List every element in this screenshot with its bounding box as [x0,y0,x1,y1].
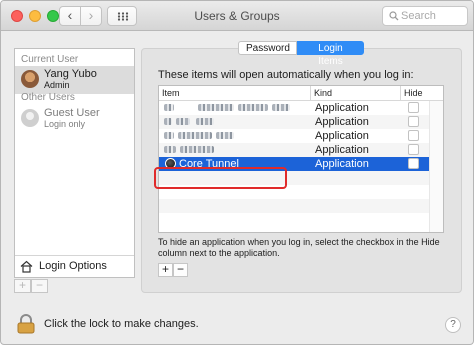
tab-bar: Password Login Items [238,41,364,67]
avatar [21,70,39,88]
guest-user-status: Login only [44,119,86,129]
table-row[interactable]: Application [159,115,429,129]
column-header-hide[interactable]: Hide [401,86,441,101]
search-icon [389,11,399,21]
column-header-item[interactable]: Item [159,86,311,101]
table-scrollbar[interactable] [429,101,443,232]
help-button[interactable]: ? [445,317,461,333]
lock-icon[interactable] [17,314,35,334]
item-name-redacted [162,115,310,129]
login-items-table: Item Kind Hide Application Application A… [158,85,444,233]
remove-user-button[interactable]: − [31,279,48,293]
users-groups-window: ‹ › Users & Groups Search Current User Y… [0,0,474,345]
add-user-button[interactable]: + [14,279,31,293]
hide-checkbox[interactable] [408,116,419,127]
item-kind: Application [315,130,369,142]
search-field[interactable]: Search [382,6,468,26]
hide-checkbox[interactable] [408,158,419,169]
hide-checkbox[interactable] [408,130,419,141]
item-name-redacted [162,143,310,157]
user-role: Admin [44,80,70,90]
table-row[interactable]: Application [159,129,429,143]
annotation-highlight-box [154,167,287,189]
user-name: Yang Yubo [44,68,97,80]
lock-instruction: Click the lock to make changes. [44,318,199,330]
add-login-item-button[interactable]: + [158,263,173,277]
other-users-header: Other Users [21,92,75,103]
item-kind: Application [315,158,369,170]
remove-login-item-button[interactable]: − [173,263,188,277]
sidebar-add-remove: + − [14,279,48,295]
users-sidebar: Current User Yang Yubo Admin Other Users… [14,48,135,278]
title-bar: ‹ › Users & Groups Search [1,1,473,31]
tab-login-items[interactable]: Login Items [297,41,364,67]
hide-checkbox[interactable] [408,144,419,155]
table-row[interactable]: Application [159,101,429,115]
hide-hint-text: To hide an application when you log in, … [158,237,440,258]
table-row[interactable]: Application [159,143,429,157]
item-kind: Application [315,116,369,128]
guest-avatar-icon [21,109,39,127]
item-name-redacted [162,101,310,115]
column-header-kind[interactable]: Kind [311,86,401,101]
sidebar-item-current-user[interactable]: Yang Yubo Admin [15,66,134,94]
item-name-redacted [162,129,310,143]
login-options-label: Login Options [39,260,107,272]
table-header: Item Kind Hide [159,86,443,101]
current-user-header: Current User [21,54,79,65]
table-row-empty [159,199,429,213]
guest-user-name: Guest User [44,107,100,119]
house-icon [20,260,33,273]
login-items-add-remove: + − [158,263,188,277]
hide-checkbox[interactable] [408,102,419,113]
login-items-intro: These items will open automatically when… [158,69,414,81]
item-kind: Application [315,144,369,156]
sidebar-item-guest-user[interactable]: Guest User Login only [15,105,134,133]
search-placeholder: Search [401,10,436,22]
item-kind: Application [315,102,369,114]
tab-password[interactable]: Password [238,41,297,55]
login-options-item[interactable]: Login Options [15,255,134,277]
